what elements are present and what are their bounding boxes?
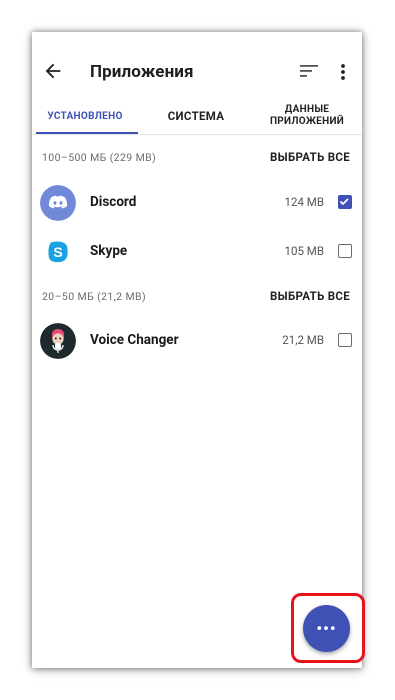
sort-icon[interactable]	[300, 64, 318, 78]
app-row-skype[interactable]: S Skype 105 MB	[32, 230, 362, 274]
app-size: 21,2 MB	[282, 333, 324, 347]
group-header: 100–500 МБ (229 MB) ВЫБРАТЬ ВСЕ	[32, 146, 362, 170]
check-icon	[339, 198, 349, 206]
phone-screen: Приложения УСТАНОВЛЕНО СИСТЕМА ДАННЫЕ ПР…	[32, 32, 362, 668]
app-name: Skype	[90, 243, 128, 259]
select-all-button[interactable]: ВЫБРАТЬ ВСЕ	[270, 150, 350, 164]
tab-system[interactable]: СИСТЕМА	[148, 98, 244, 134]
app-row-discord[interactable]: Discord 124 MB	[32, 181, 362, 225]
app-name: Voice Changer	[90, 332, 179, 348]
app-name: Discord	[90, 194, 137, 210]
app-size: 124 MB	[284, 195, 324, 209]
voice-changer-icon	[40, 323, 76, 359]
tab-installed[interactable]: УСТАНОВЛЕНО	[32, 98, 138, 134]
tab-app-data[interactable]: ДАННЫЕ ПРИЛОЖЕНИЙ	[252, 98, 362, 134]
app-row-voice-changer[interactable]: Voice Changer 21,2 MB	[32, 319, 362, 363]
app-checkbox[interactable]	[338, 195, 352, 209]
svg-text:S: S	[53, 244, 62, 260]
page-title: Приложения	[90, 62, 194, 82]
arrow-back-icon[interactable]	[42, 60, 64, 82]
more-horiz-icon: •••	[316, 619, 337, 638]
select-all-button[interactable]: ВЫБРАТЬ ВСЕ	[270, 289, 350, 303]
app-size: 105 MB	[284, 244, 324, 258]
tab-bar: УСТАНОВЛЕНО СИСТЕМА ДАННЫЕ ПРИЛОЖЕНИЙ	[32, 98, 362, 135]
skype-icon: S	[40, 234, 76, 270]
more-vert-icon[interactable]	[340, 64, 346, 80]
more-actions-fab[interactable]: •••	[303, 605, 350, 652]
group-title: 20–50 МБ (21,2 MB)	[42, 290, 147, 303]
active-tab-indicator	[36, 132, 138, 134]
group-title: 100–500 МБ (229 MB)	[42, 151, 157, 164]
app-checkbox[interactable]	[338, 244, 352, 258]
app-checkbox[interactable]	[338, 333, 352, 347]
group-header: 20–50 МБ (21,2 MB) ВЫБРАТЬ ВСЕ	[32, 285, 362, 309]
discord-icon	[40, 185, 76, 221]
